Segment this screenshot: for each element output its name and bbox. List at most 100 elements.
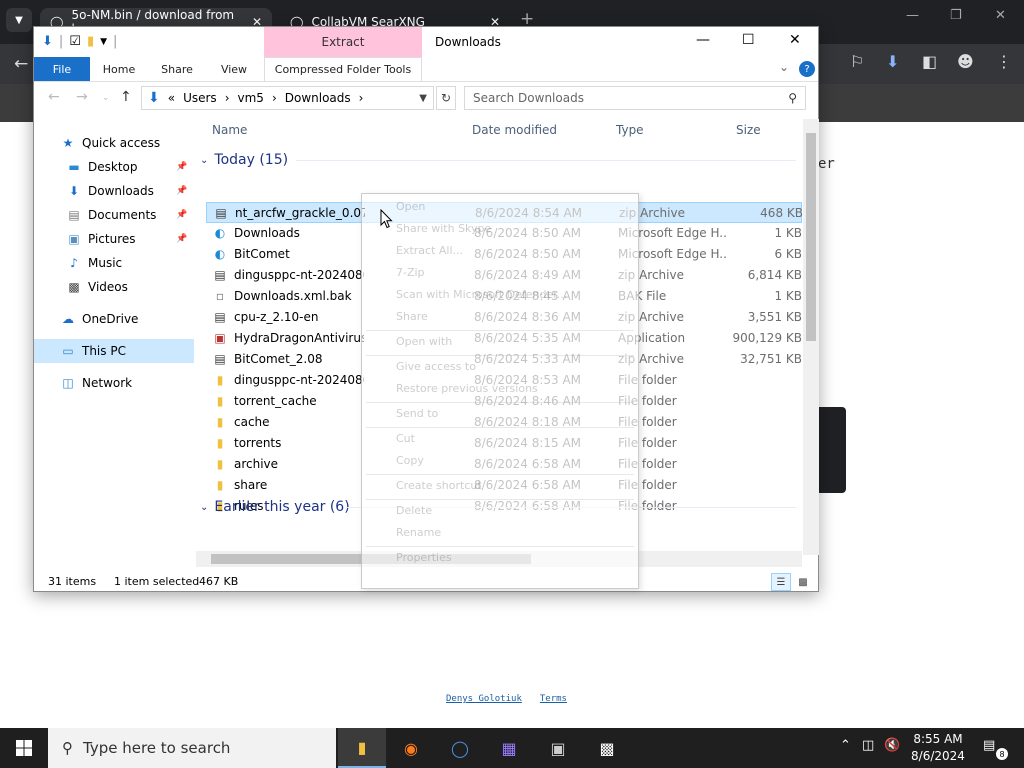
flask-icon[interactable]: ⚐ [850,52,864,71]
sidebar-item-desktop[interactable]: ▬ Desktop 📌 [34,155,194,179]
chevron-right-icon[interactable]: › [359,91,364,105]
context-menu-separator [366,546,634,547]
refresh-icon[interactable]: ↻ [436,86,456,110]
chevron-down-icon[interactable]: ⌄ [200,502,208,513]
firefox-taskbar-icon[interactable]: ◉ [387,728,435,768]
chevron-up-icon[interactable]: ⌃ [840,738,851,753]
new-folder-icon[interactable]: ▮ [87,34,94,49]
footer-link-author[interactable]: Denys Golotiuk [446,694,522,704]
file-explorer-taskbar-icon[interactable]: ▮ [338,728,386,768]
sidebar-item-downloads[interactable]: ⬇ Downloads 📌 [34,179,194,203]
pin-icon[interactable]: 📌 [176,210,187,220]
download-icon[interactable]: ⬇ [886,52,899,71]
footer-link-terms[interactable]: Terms [540,694,567,704]
sidebar-item-onedrive[interactable]: ☁ OneDrive [34,307,194,331]
chevron-down-icon[interactable]: ⌄ [200,155,208,166]
pin-icon[interactable]: 📌 [176,234,187,244]
context-menu-item[interactable]: Send to [396,407,438,420]
context-menu-item[interactable]: Copy [396,454,424,467]
context-menu-item[interactable]: Extract All... [396,244,463,257]
search-icon[interactable]: ⚲ [788,91,797,105]
pin-icon[interactable]: 📌 [176,162,187,172]
chrome-taskbar-icon[interactable]: ◯ [436,728,484,768]
group-header-earlier[interactable]: ⌄ Earlier this year (6) [200,496,350,518]
maximize-icon[interactable]: ❐ [950,8,962,23]
context-menu-item[interactable]: Open [396,200,425,213]
notification-icon[interactable]: ▤ [983,738,995,753]
group-header-today[interactable]: ⌄ Today (15) [200,149,288,171]
address-bar[interactable]: ⬇ « Users › vm5 › Downloads › ▼ [141,86,434,110]
context-menu-item[interactable]: Create shortcut [396,479,482,492]
sidebar-item-documents[interactable]: ▤ Documents 📌 [34,203,194,227]
context-menu-separator [366,355,634,356]
sidebar-item-label: Music [88,256,123,270]
sidebar-item-videos[interactable]: ▩ Videos [34,275,194,299]
recent-locations-icon[interactable]: ⌄ [102,93,110,103]
column-header-date[interactable]: Date modified [472,115,557,145]
terminal-taskbar-icon[interactable]: ▩ [583,728,631,768]
vertical-scrollbar[interactable] [803,119,819,555]
app-taskbar-icon[interactable]: ▣ [534,728,582,768]
network-tray-icon[interactable]: ◫ [862,738,874,753]
tab-list-button[interactable]: ▼ [6,8,32,32]
page-dark-block [818,407,846,493]
context-menu-item[interactable]: 7-Zip [396,266,425,279]
tab-compressed-folder-tools[interactable]: Compressed Folder Tools [264,57,422,81]
context-menu-item[interactable]: Share with Skype [396,222,491,235]
chevron-right-icon[interactable]: › [225,91,230,105]
details-view-icon[interactable]: ☰ [771,573,791,591]
context-menu-item[interactable]: Properties [396,551,452,564]
more-menu-icon[interactable]: ⋮ [996,52,1012,71]
clock[interactable]: 8:55 AM 8/6/2024 [900,731,976,765]
tab-file[interactable]: File [34,57,90,81]
chevron-down-icon[interactable]: ▼ [419,93,427,104]
breadcrumb-vm5[interactable]: vm5 [238,91,264,105]
close-icon[interactable]: ✕ [995,8,1006,23]
properties-icon[interactable]: ☑ [69,34,81,49]
breadcrumb-downloads[interactable]: Downloads [285,91,351,105]
large-icons-view-icon[interactable]: ▩ [793,573,813,591]
pin-icon[interactable]: 📌 [176,186,187,196]
breadcrumb-users[interactable]: Users [183,91,217,105]
chevron-right-icon[interactable]: › [272,91,277,105]
up-icon[interactable]: ↑ [120,89,132,105]
close-icon[interactable]: ✕ [789,32,801,48]
forward-icon[interactable]: → [76,89,88,105]
minimize-icon[interactable]: — [906,8,919,23]
sidebar-item-network[interactable]: ◫ Network [34,371,194,395]
context-menu-item[interactable]: Rename [396,526,441,539]
context-menu-item[interactable]: Scan with Microsoft Defender... [396,288,567,301]
help-icon[interactable]: ? [799,61,815,77]
context-menu-item[interactable]: Open with [396,335,452,348]
chevron-down-icon[interactable]: ▼ [100,37,107,47]
column-header-type[interactable]: Type [616,115,644,145]
tab-share[interactable]: Share [151,57,203,81]
volume-muted-icon[interactable]: 🔇 [884,738,900,753]
context-menu-item[interactable]: Delete [396,504,432,517]
tab-home[interactable]: Home [94,57,144,81]
sidebar-item-this-pc[interactable]: ▭ This PC [34,339,194,363]
context-menu-item[interactable]: Give access to [396,360,476,373]
context-menu-item[interactable]: Cut [396,432,415,445]
start-button[interactable] [0,728,48,768]
sidebar-item-pictures[interactable]: ▣ Pictures 📌 [34,227,194,251]
column-header-size[interactable]: Size [736,115,761,145]
cpu-z-taskbar-icon[interactable]: ▦ [485,728,533,768]
tab-view[interactable]: View [210,57,258,81]
profile-icon[interactable]: ☻ [957,52,974,71]
column-header-name[interactable]: Name [212,115,247,145]
scrollbar-thumb[interactable] [806,133,816,341]
context-menu-item[interactable]: Restore previous versions [396,382,538,395]
back-icon[interactable]: ← [48,89,60,105]
maximize-icon[interactable]: ☐ [742,32,755,48]
expand-ribbon-icon[interactable]: ⌄ [779,60,789,74]
minimize-icon[interactable]: — [696,32,710,48]
search-input[interactable]: Search Downloads ⚲ [464,86,806,110]
back-arrow-icon[interactable]: ← [14,54,28,74]
sidebar-item-music[interactable]: ♪ Music [34,251,194,275]
taskbar-search-input[interactable]: ⚲ Type here to search [48,728,336,768]
sidebar-icon[interactable]: ◧ [922,52,937,71]
breadcrumb-overflow[interactable]: « [168,91,175,105]
sidebar-item-quick-access[interactable]: ★ Quick access [34,131,194,155]
context-menu-item[interactable]: Share [396,310,428,323]
